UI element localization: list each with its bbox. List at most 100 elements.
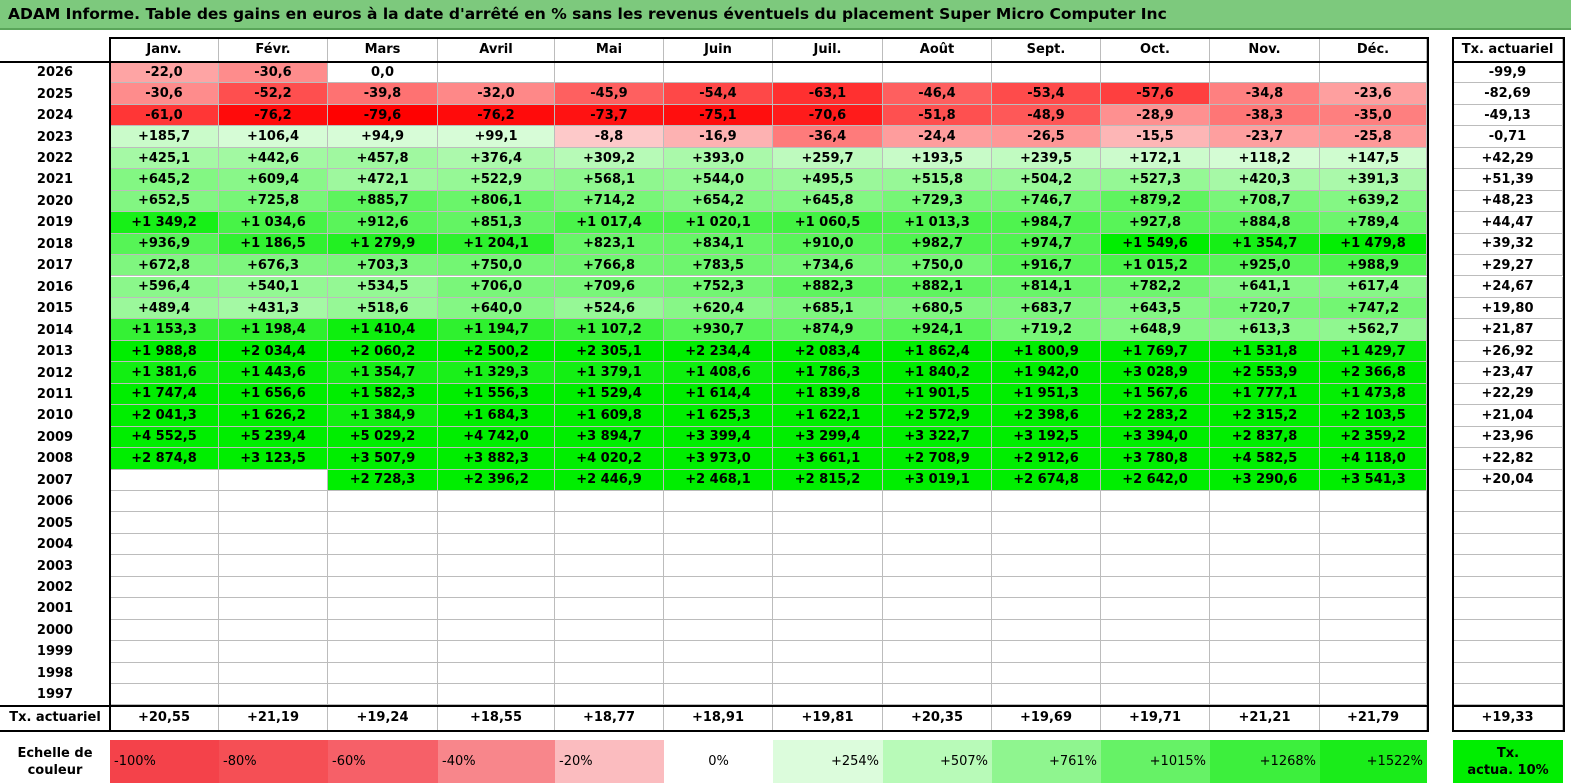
gain-cell (328, 619, 438, 642)
gain-cell: +746,7 (992, 190, 1101, 213)
gain-cell: +4 020,2 (555, 448, 664, 470)
year-label: 1999 (36, 644, 74, 660)
gain-cell: +925,0 (1210, 255, 1320, 277)
grid-line (1427, 37, 1429, 732)
gain-cell (219, 512, 328, 534)
gain-cell: +2 728,3 (328, 469, 438, 491)
gain-cell (110, 469, 219, 491)
legend-step: -80% (219, 740, 328, 783)
gain-cell: +806,1 (438, 190, 555, 213)
gain-cell (773, 491, 883, 513)
gain-cell: +613,3 (1210, 319, 1320, 341)
gain-cell: +431,3 (219, 297, 328, 320)
gain-cell: +708,7 (1210, 190, 1320, 213)
gain-cell: -39,8 (328, 83, 438, 105)
gain-cell (1210, 512, 1320, 534)
gain-cell: -8,8 (555, 126, 664, 148)
rate-cell: +51,39 (1453, 169, 1563, 191)
gain-cell (1101, 619, 1210, 642)
legend-step: +1522% (1320, 740, 1427, 783)
gain-cell (992, 576, 1101, 599)
gain-cell: +1 017,4 (555, 212, 664, 234)
gain-cell: +617,4 (1320, 276, 1427, 298)
gain-cell: +2 572,9 (883, 405, 992, 427)
gain-cell: -70,6 (773, 104, 883, 127)
gain-cell: +2 708,9 (883, 448, 992, 470)
rate-cell (1453, 555, 1563, 577)
gain-cell: -57,6 (1101, 83, 1210, 105)
gain-cell (219, 491, 328, 513)
legend-step: -60% (328, 740, 438, 783)
gain-cell: +1 582,3 (328, 383, 438, 406)
gain-cell: +522,9 (438, 169, 555, 191)
gain-cell: +1 020,1 (664, 212, 773, 234)
gain-cell: +3 028,9 (1101, 362, 1210, 384)
gain-cell: +750,0 (883, 255, 992, 277)
gain-cell: +518,6 (328, 297, 438, 320)
year-label: 1997 (36, 687, 74, 703)
gain-cell (328, 512, 438, 534)
gain-cell: +1 786,3 (773, 362, 883, 384)
gains-heatmap: Janv. Févr. Mars Avril Mai Juin Juil. Août Sept.… (0, 0, 1571, 783)
gain-cell: -23,7 (1210, 126, 1320, 148)
gain-cell (555, 491, 664, 513)
year-label: 2012 (36, 365, 74, 381)
gain-cell (1320, 684, 1427, 706)
gain-cell: +714,2 (555, 190, 664, 213)
gain-cell (664, 684, 773, 706)
gain-cell: +2 034,4 (219, 340, 328, 363)
rate-cell: -82,69 (1453, 83, 1563, 105)
gain-cell: +1 942,0 (992, 362, 1101, 384)
gain-cell (773, 662, 883, 685)
year-label: 1998 (36, 665, 74, 681)
gain-cell: -32,0 (438, 83, 555, 105)
gain-cell: +1 951,3 (992, 383, 1101, 406)
gain-cell: -75,1 (664, 104, 773, 127)
legend-step: +761% (992, 740, 1101, 783)
rate-cell: +22,82 (1453, 448, 1563, 470)
gain-cell (219, 533, 328, 556)
gain-cell (328, 662, 438, 685)
gain-cell: +654,2 (664, 190, 773, 213)
year-label: 2009 (36, 429, 74, 445)
gain-cell: +643,5 (1101, 297, 1210, 320)
rate-cell: +23,47 (1453, 362, 1563, 384)
gain-cell (555, 684, 664, 706)
gain-cell: +645,2 (110, 169, 219, 191)
gain-cell: +729,3 (883, 190, 992, 213)
gain-cell: +1 625,3 (664, 405, 773, 427)
rate-cell: +42,29 (1453, 147, 1563, 170)
gain-cell: +703,3 (328, 255, 438, 277)
legend-step: +507% (883, 740, 992, 783)
gain-cell: +534,5 (328, 276, 438, 298)
gain-cell: +1 354,7 (328, 362, 438, 384)
rate-cell: +26,92 (1453, 340, 1563, 363)
month-header: Mai (555, 37, 664, 62)
gain-cell: +2 398,6 (992, 405, 1101, 427)
gain-cell: -35,0 (1320, 104, 1427, 127)
gain-cell (883, 619, 992, 642)
gain-cell: +106,4 (219, 126, 328, 148)
footer-rate-cell: +18,77 (555, 705, 664, 730)
gain-cell (555, 555, 664, 577)
gain-cell: -79,6 (328, 104, 438, 127)
gain-cell (1101, 491, 1210, 513)
gain-cell: +1 410,4 (328, 319, 438, 341)
gain-cell (992, 555, 1101, 577)
legend-label: Echelle de couleur (17, 745, 93, 778)
gain-cell (883, 662, 992, 685)
gain-cell (555, 641, 664, 663)
gain-cell (773, 576, 883, 599)
gain-cell (1101, 512, 1210, 534)
grid-line (0, 729, 1427, 732)
gain-cell (438, 533, 555, 556)
gain-cell: +2 642,0 (1101, 469, 1210, 491)
gain-cell: +2 359,2 (1320, 426, 1427, 449)
rate-cell (1453, 641, 1563, 663)
rate-cell (1453, 576, 1563, 599)
grid-line (1453, 729, 1565, 732)
gain-cell: -15,5 (1101, 126, 1210, 148)
rate-cell: +44,47 (1453, 212, 1563, 234)
gain-cell: -34,8 (1210, 83, 1320, 105)
gain-cell (555, 662, 664, 685)
